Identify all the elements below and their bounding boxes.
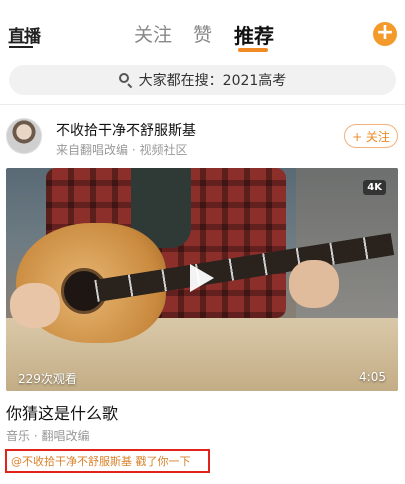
video-player[interactable]: 4K 229次观看 4:05 [6,168,398,391]
post-source: 来自翻唱改编 · 视频社区 [56,143,188,157]
avatar[interactable] [6,118,42,154]
plus-circle-icon[interactable]: + [373,22,397,46]
video-duration: 4:05 [359,370,386,384]
mention-notice[interactable]: @不收拾干净不舒服斯基 戳了你一下 [5,449,210,473]
tab-recommended[interactable]: 推荐 [234,20,274,49]
mention-text: @不收拾干净不舒服斯基 戳了你一下 [11,455,191,468]
search-icon [118,73,133,89]
top-nav: 直播 关注 赞 推荐 + [0,0,405,62]
search-bar[interactable]: 大家都在搜：2021高考 [9,65,396,95]
active-tab-indicator [238,48,268,52]
quality-badge: 4K [363,180,386,195]
live-underline [9,46,33,48]
post-tags[interactable]: 音乐 · 翻唱改编 [6,427,89,444]
post-caption: 你猜这是什么歌 [6,404,119,423]
view-count: 229次观看 [18,372,77,386]
search-hint: 大家都在搜：2021高考 [138,73,287,89]
tab-likes[interactable]: 赞 [193,20,212,47]
tab-following[interactable]: 关注 [134,20,172,47]
video-hand [289,260,339,308]
play-icon[interactable] [190,264,214,292]
divider [0,104,405,105]
live-tab[interactable]: 直播 [8,22,41,47]
follow-button[interactable]: + 关注 [344,124,398,148]
author-name[interactable]: 不收拾干净不舒服斯基 [56,120,196,140]
video-hand [10,283,60,328]
